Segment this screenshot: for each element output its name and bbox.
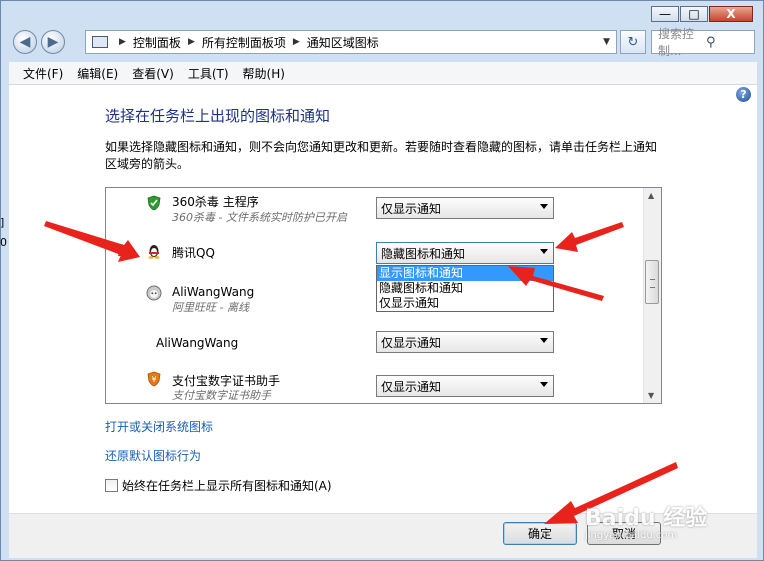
- behavior-select-qq[interactable]: 隐藏图标和通知: [376, 242, 554, 264]
- svg-text:¥: ¥: [151, 375, 156, 384]
- back-arrow-icon: ◀: [19, 34, 31, 50]
- grip-icon: [650, 279, 655, 288]
- refresh-icon: ↻: [627, 34, 639, 50]
- maximize-button[interactable]: □: [680, 6, 708, 22]
- scroll-down-icon[interactable]: ▼: [648, 391, 654, 400]
- app-sub-aliwangwang: 阿里旺旺 - 离线: [172, 301, 249, 314]
- notification-icons-list[interactable]: 360杀毒 主程序 360杀毒 - 文件系统实时防护已开启 仅显示通知 腾讯QQ…: [105, 187, 662, 404]
- watermark-text: Baidu 经验: [585, 506, 708, 531]
- app-name-aliwangwang-2: AliWangWang: [156, 336, 239, 350]
- app-name-aliwangwang: AliWangWang: [172, 285, 255, 299]
- shield-icon: [147, 195, 161, 211]
- option-only-show-notifications[interactable]: 仅显示通知: [377, 296, 553, 311]
- page-title: 选择在任务栏上出现的图标和通知: [105, 107, 331, 125]
- menu-tools[interactable]: 工具(T): [188, 65, 229, 82]
- app-sub-360: 360杀毒 - 文件系统实时防护已开启: [172, 211, 347, 224]
- forward-button[interactable]: ▶: [41, 30, 65, 54]
- ok-button[interactable]: 确定: [503, 522, 577, 545]
- restore-default-link[interactable]: 还原默认图标行为: [105, 447, 201, 464]
- behavior-select-alipay-cert[interactable]: 仅显示通知: [376, 375, 554, 397]
- address-bar[interactable]: ▶ 控制面板 ▶ 所有控制面板项 ▶ 通知区域图标 ▼: [85, 30, 617, 54]
- minimize-button[interactable]: —: [651, 6, 679, 22]
- computer-icon: [92, 36, 108, 48]
- breadcrumb-separator-icon[interactable]: ▶: [293, 37, 300, 47]
- app-sub-alipay-cert: 支付宝数字证书助手: [172, 389, 271, 402]
- chevron-down-icon: [540, 249, 548, 254]
- behavior-dropdown-list[interactable]: 显示图标和通知 隐藏图标和通知 仅显示通知: [376, 265, 554, 312]
- scrollbar-thumb[interactable]: [645, 260, 659, 304]
- option-hide-icon-and-notifications[interactable]: 隐藏图标和通知: [377, 281, 553, 296]
- address-history-dropdown-icon[interactable]: ▼: [603, 37, 610, 47]
- edge-glyph: ]: [0, 216, 5, 229]
- search-input[interactable]: 搜索控制... ⚲: [651, 27, 755, 58]
- menu-bar: 文件(F) 编辑(E) 查看(V) 工具(T) 帮助(H): [9, 62, 757, 85]
- menu-help[interactable]: 帮助(H): [243, 65, 285, 82]
- menu-edit[interactable]: 编辑(E): [77, 65, 118, 82]
- help-icon[interactable]: ?: [736, 87, 751, 102]
- list-scrollbar[interactable]: ▲ ▼: [643, 188, 661, 403]
- menu-file[interactable]: 文件(F): [23, 65, 63, 82]
- baidu-jingyan-watermark: Baidu 经验 jingyan.baidu.com: [585, 500, 707, 541]
- checkbox-label[interactable]: 始终在任务栏上显示所有图标和通知(A): [122, 477, 332, 494]
- app-name-qq: 腾讯QQ: [172, 246, 215, 260]
- navigation-bar: ◀ ▶ ▶ 控制面板 ▶ 所有控制面板项 ▶ 通知区域图标 ▼ ↻ 搜索控制..…: [9, 27, 757, 58]
- behavior-select-360[interactable]: 仅显示通知: [376, 197, 554, 219]
- breadcrumb-separator-icon[interactable]: ▶: [119, 37, 126, 47]
- always-show-all-checkbox[interactable]: 始终在任务栏上显示所有图标和通知(A): [105, 477, 332, 494]
- option-show-icon-and-notifications[interactable]: 显示图标和通知: [377, 266, 553, 281]
- control-panel-window: — □ X ◀ ▶ ▶ 控制面板 ▶ 所有控制面板项 ▶ 通知区域图标 ▼ ↻ …: [0, 0, 764, 561]
- app-name-360: 360杀毒 主程序: [172, 195, 259, 209]
- search-placeholder: 搜索控制...: [658, 27, 695, 58]
- behavior-select-value: 仅显示通知: [381, 335, 442, 350]
- chevron-down-icon: [540, 204, 548, 209]
- content-area: ? 选择在任务栏上出现的图标和通知 如果选择隐藏图标和通知，则不会向您通知更改和…: [9, 85, 757, 513]
- breadcrumb-control-panel[interactable]: 控制面板: [133, 34, 181, 51]
- behavior-select-value: 仅显示通知: [381, 201, 442, 216]
- alipay-cert-icon: ¥: [147, 371, 161, 387]
- checkbox-box[interactable]: [105, 479, 118, 492]
- edge-glyph: 0: [0, 236, 7, 249]
- caption-buttons: — □ X: [651, 6, 753, 22]
- page-description: 如果选择隐藏图标和通知，则不会向您通知更改和更新。若要随时查看隐藏的图标，请单击…: [105, 140, 658, 171]
- breadcrumb-all-items[interactable]: 所有控制面板项: [202, 34, 286, 51]
- search-icon[interactable]: ⚲: [706, 35, 748, 50]
- breadcrumb-separator-icon[interactable]: ▶: [188, 37, 195, 47]
- back-button[interactable]: ◀: [13, 30, 37, 54]
- aliwangwang-icon: [146, 285, 162, 301]
- watermark-url: jingyan.baidu.com: [585, 530, 678, 541]
- chevron-down-icon: [540, 338, 548, 343]
- breadcrumb-notification-icons[interactable]: 通知区域图标: [307, 34, 379, 51]
- behavior-select-aliwangwang[interactable]: 仅显示通知: [376, 331, 554, 353]
- chevron-down-icon: [540, 382, 548, 387]
- behavior-select-value: 隐藏图标和通知: [381, 246, 466, 261]
- menu-view[interactable]: 查看(V): [132, 65, 174, 82]
- behavior-select-value: 仅显示通知: [381, 379, 442, 394]
- refresh-button[interactable]: ↻: [620, 30, 646, 54]
- scroll-up-icon[interactable]: ▲: [648, 191, 654, 200]
- qq-penguin-icon: [148, 245, 160, 259]
- forward-arrow-icon: ▶: [47, 34, 59, 50]
- close-button[interactable]: X: [709, 6, 753, 22]
- system-icons-link[interactable]: 打开或关闭系统图标: [105, 418, 213, 435]
